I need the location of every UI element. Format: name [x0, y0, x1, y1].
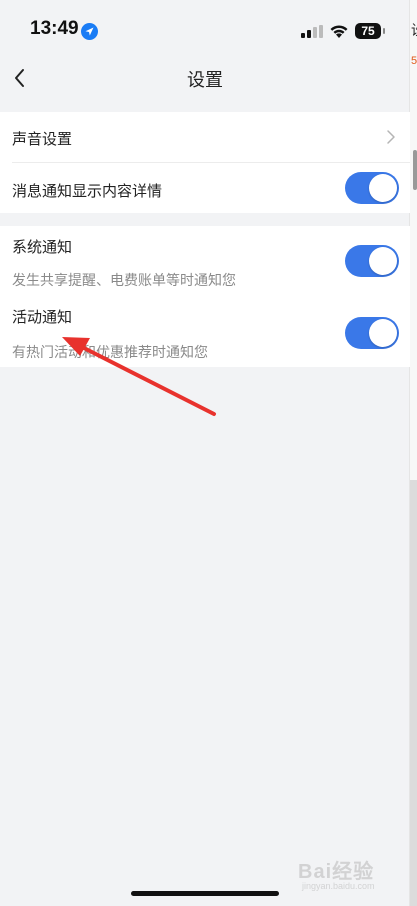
battery-tip — [383, 28, 385, 34]
toggle-knob — [369, 247, 397, 275]
row-description: 发生共享提醒、电费账单等时通知您 — [12, 272, 236, 288]
status-bar: 13:49 75 — [0, 0, 410, 62]
edge-scrollbar — [413, 150, 417, 190]
row-activity-notification: 活动通知 有热门活动和优惠推荐时通知您 — [0, 296, 410, 367]
page-title: 设置 — [187, 70, 223, 90]
edge-text: 设 — [411, 20, 417, 40]
row-label: 声音设置 — [12, 131, 73, 148]
cellular-signal-icon — [301, 25, 323, 38]
system-notification-toggle[interactable] — [345, 245, 399, 277]
location-arrow-icon — [81, 23, 98, 40]
activity-notification-toggle[interactable] — [345, 317, 399, 349]
wifi-icon — [329, 23, 349, 39]
battery-indicator: 75 — [355, 23, 381, 39]
row-description: 有热门活动和优惠推荐时通知您 — [12, 344, 208, 360]
edge-panel — [410, 480, 417, 906]
watermark-logo: Bai经验 jingyan.baidu.com — [298, 861, 375, 891]
chevron-right-icon — [387, 130, 395, 144]
background-window-edge: 设 5 — [409, 0, 417, 906]
row-message-detail: 消息通知显示内容详情 — [0, 163, 410, 213]
edge-text-orange: 5 — [411, 55, 417, 67]
settings-group-general: 声音设置 消息通知显示内容详情 — [0, 112, 410, 213]
app-screen: 设 5 13:49 75 — [0, 0, 417, 906]
row-system-notification: 系统通知 发生共享提醒、电费账单等时通知您 — [0, 226, 410, 296]
settings-group-notifications: 系统通知 发生共享提醒、电费账单等时通知您 活动通知 有热门活动和优惠推荐时通知… — [0, 226, 410, 367]
row-label: 系统通知 — [12, 239, 73, 256]
toggle-knob — [369, 174, 397, 202]
row-sound-settings[interactable]: 声音设置 — [0, 112, 410, 162]
row-label: 活动通知 — [12, 309, 73, 326]
status-time: 13:49 — [30, 18, 79, 39]
message-detail-toggle[interactable] — [345, 172, 399, 204]
toggle-knob — [369, 319, 397, 347]
navigation-bar: 设置 — [0, 56, 410, 100]
row-label: 消息通知显示内容详情 — [12, 183, 163, 200]
home-indicator[interactable] — [131, 891, 279, 896]
